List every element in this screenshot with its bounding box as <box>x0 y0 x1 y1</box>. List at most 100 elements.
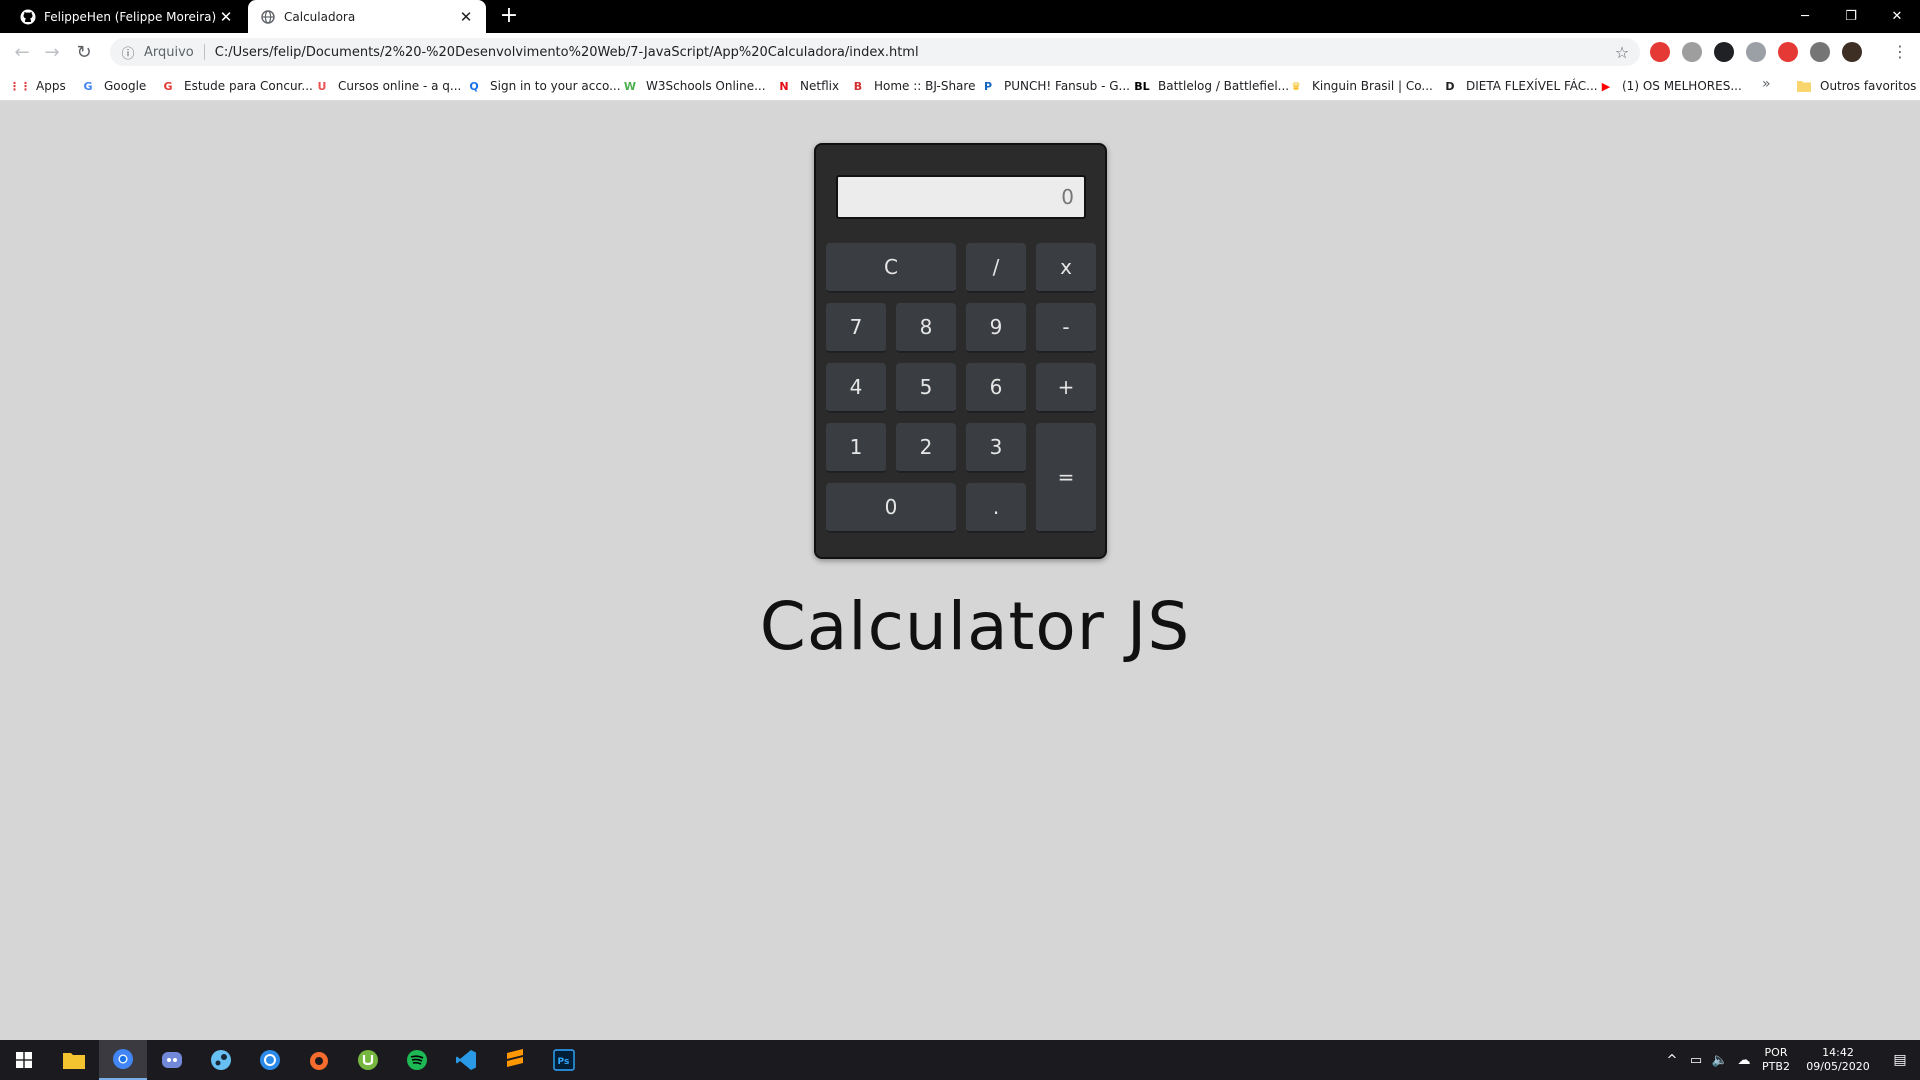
key-7[interactable]: 7 <box>826 303 886 353</box>
onedrive-icon[interactable]: ☁ <box>1732 1053 1756 1068</box>
calculator: 0 C / x 7 8 9 - 4 5 6 + 1 2 3 = 0 . <box>814 143 1107 559</box>
key-equals[interactable]: = <box>1036 423 1096 533</box>
taskbar: Ps ^ ▭ 🔈 ☁ POR PTB2 14:42 09/05/2020 ▤ <box>0 1040 1920 1080</box>
clock[interactable]: 14:42 09/05/2020 <box>1796 1046 1880 1074</box>
tray-chevron-icon[interactable]: ^ <box>1660 1053 1684 1068</box>
reload-icon[interactable]: ↻ <box>72 40 96 64</box>
bookmark-punch[interactable]: P PUNCH! Fansub - G... <box>980 77 1130 95</box>
bookmark-battlelog[interactable]: BL Battlelog / Battlefiel... <box>1134 77 1289 95</box>
key-2[interactable]: 2 <box>896 423 956 473</box>
forward-arrow-icon[interactable]: → <box>40 40 64 64</box>
address-bar[interactable]: ⓘ Arquivo C:/Users/felip/Documents/2%20-… <box>110 38 1640 66</box>
w3schools-icon: W <box>623 79 637 93</box>
new-tab-button[interactable]: + <box>498 5 520 28</box>
key-4[interactable]: 4 <box>826 363 886 413</box>
bookmark-google[interactable]: G Google <box>80 77 146 95</box>
folder-icon <box>1796 78 1812 94</box>
key-5[interactable]: 5 <box>896 363 956 413</box>
bookmark-dieta[interactable]: D DIETA FLEXÍVEL FÁC... <box>1442 77 1598 95</box>
estude-icon: G <box>163 79 173 93</box>
key-minus[interactable]: - <box>1036 303 1096 353</box>
bookmarks-bar: ⋮⋮ Apps G Google G Estude para Concur... UC… <box>0 71 1920 101</box>
language-indicator[interactable]: POR PTB2 <box>1756 1046 1796 1074</box>
tab-calculadora[interactable]: Calculadora ✕ <box>248 0 486 33</box>
separator <box>203 44 205 60</box>
network-icon[interactable]: ▭ <box>1684 1053 1708 1068</box>
bookmark-youtube[interactable]: ▶ (1) OS MELHORES... <box>1598 77 1742 95</box>
key-plus[interactable]: + <box>1036 363 1096 413</box>
ext-red-icon[interactable] <box>1650 42 1670 62</box>
bookmark-label: Cursos online - a q... <box>338 79 462 93</box>
photoshop-icon[interactable]: Ps <box>540 1040 588 1080</box>
key-1[interactable]: 1 <box>826 423 886 473</box>
dieta-icon: D <box>1445 79 1455 93</box>
extensions-area <box>1650 42 1862 62</box>
steam-icon[interactable] <box>197 1040 245 1080</box>
bookmark-label: PUNCH! Fansub - G... <box>1004 79 1130 93</box>
ext-grey-circle-icon[interactable] <box>1682 42 1702 62</box>
bookmark-udemy[interactable]: U Cursos online - a q... <box>314 77 462 95</box>
info-icon[interactable]: ⓘ <box>120 44 136 62</box>
close-window-icon[interactable]: ✕ <box>1874 0 1920 33</box>
back-arrow-icon[interactable]: ← <box>10 40 34 64</box>
ext-opera-icon[interactable] <box>1778 42 1798 62</box>
bookmark-label: DIETA FLEXÍVEL FÁC... <box>1466 79 1598 93</box>
bookmark-other-favorites[interactable]: Outros favoritos <box>1796 77 1916 95</box>
menu-icon[interactable]: ⋮ <box>1892 42 1908 62</box>
key-multiply[interactable]: x <box>1036 243 1096 293</box>
key-9[interactable]: 9 <box>966 303 1026 353</box>
bookmark-star-icon[interactable]: ☆ <box>1612 43 1632 62</box>
tab-title: Calculadora <box>284 9 356 24</box>
bj-share-icon: B <box>853 79 863 93</box>
utorrent-icon[interactable] <box>344 1040 392 1080</box>
clock-date: 09/05/2020 <box>1806 1060 1870 1073</box>
crown-icon: ♛ <box>1291 79 1301 93</box>
tab-github[interactable]: FelippeHen (Felippe Moreira) ✕ <box>8 0 246 33</box>
language-code: POR <box>1764 1046 1788 1059</box>
bookmark-bj-share[interactable]: B Home :: BJ-Share <box>850 77 976 95</box>
bookmark-label: Sign in to your acco... <box>490 79 621 93</box>
profile-avatar-icon[interactable] <box>1842 42 1862 62</box>
uplay-icon[interactable] <box>246 1040 294 1080</box>
page-title: Calculator JS <box>759 588 1191 665</box>
key-decimal[interactable]: . <box>966 483 1026 533</box>
file-explorer-icon[interactable] <box>50 1040 98 1080</box>
chrome-icon[interactable] <box>99 1040 147 1080</box>
scheme-label: Arquivo <box>144 44 194 60</box>
bookmark-w3schools[interactable]: W W3Schools Online... <box>622 77 766 95</box>
ext-gear-icon[interactable] <box>1810 42 1830 62</box>
key-8[interactable]: 8 <box>896 303 956 353</box>
key-clear[interactable]: C <box>826 243 956 293</box>
minimize-icon[interactable]: ─ <box>1782 0 1828 33</box>
tab-close-icon[interactable]: ✕ <box>218 8 234 26</box>
ext-cloud-icon[interactable] <box>1746 42 1766 62</box>
windows-start-icon[interactable] <box>0 1040 48 1080</box>
bookmark-label: Estude para Concur... <box>184 79 313 93</box>
spotify-icon[interactable] <box>393 1040 441 1080</box>
discord-icon[interactable] <box>148 1040 196 1080</box>
bookmark-label: Outros favoritos <box>1820 79 1917 93</box>
bookmark-label: Apps <box>36 79 66 93</box>
volume-icon[interactable]: 🔈 <box>1708 1053 1732 1068</box>
tab-close-icon[interactable]: ✕ <box>458 8 474 26</box>
vscode-icon[interactable] <box>442 1040 490 1080</box>
bookmark-kinguin[interactable]: ♛ Kinguin Brasil | Co... <box>1288 77 1433 95</box>
bookmark-apps[interactable]: ⋮⋮ Apps <box>9 77 66 95</box>
ext-es-icon[interactable] <box>1714 42 1734 62</box>
key-divide[interactable]: / <box>966 243 1026 293</box>
key-3[interactable]: 3 <box>966 423 1026 473</box>
bookmark-label: Home :: BJ-Share <box>874 79 976 93</box>
url-text[interactable]: C:/Users/felip/Documents/2%20-%20Desenvo… <box>215 45 1612 60</box>
bookmark-estude[interactable]: G Estude para Concur... <box>160 77 313 95</box>
punch-icon: P <box>983 79 993 93</box>
sublime-icon[interactable] <box>491 1040 539 1080</box>
bookmarks-more-icon[interactable]: » <box>1762 76 1771 92</box>
notifications-icon[interactable]: ▤ <box>1880 1052 1920 1068</box>
key-6[interactable]: 6 <box>966 363 1026 413</box>
origin-icon[interactable] <box>295 1040 343 1080</box>
key-0[interactable]: 0 <box>826 483 956 533</box>
bookmark-netflix[interactable]: N Netflix <box>776 77 839 95</box>
maximize-icon[interactable]: ❐ <box>1828 0 1874 33</box>
bookmark-sign-in[interactable]: Q Sign in to your acco... <box>466 77 621 95</box>
system-tray: ^ ▭ 🔈 ☁ POR PTB2 14:42 09/05/2020 ▤ <box>1660 1040 1920 1080</box>
